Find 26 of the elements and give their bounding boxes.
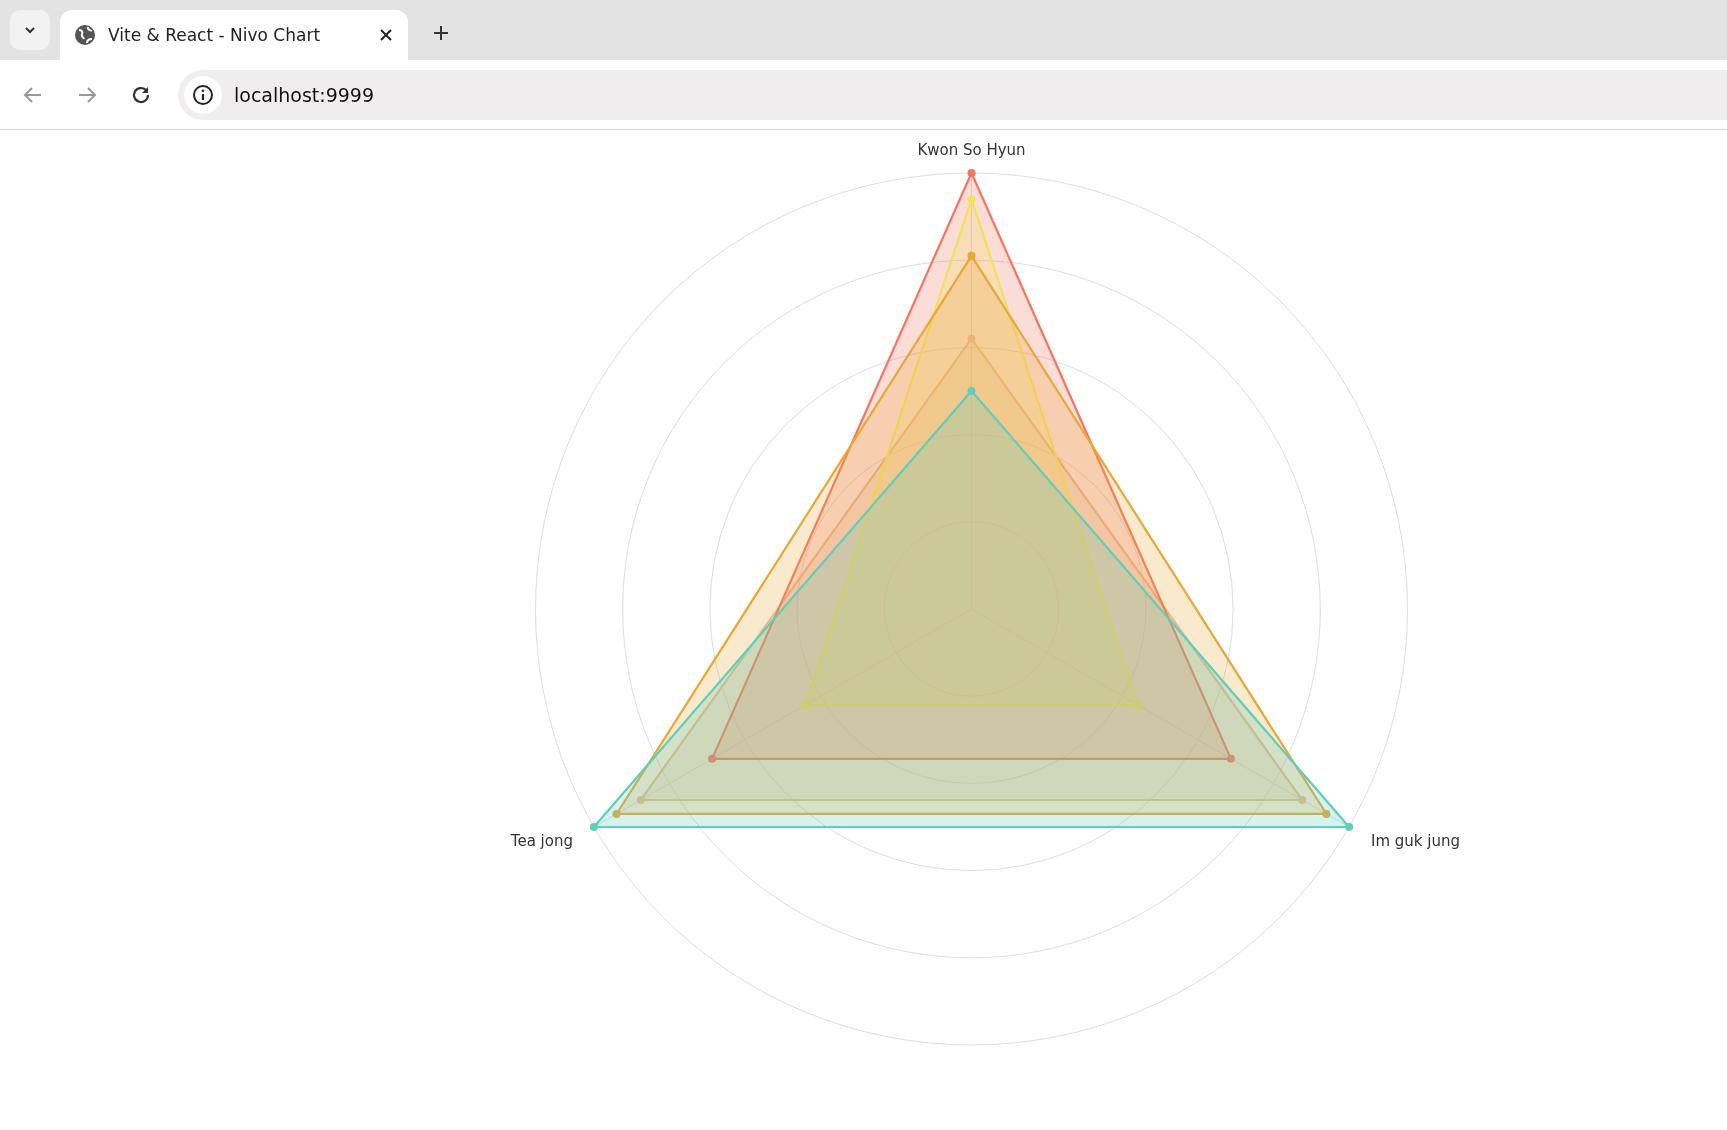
- axis-label: Tea jong: [510, 831, 573, 850]
- data-point: [1345, 823, 1354, 831]
- data-point: [1133, 700, 1142, 709]
- data-point: [967, 195, 976, 204]
- close-icon[interactable]: [378, 27, 394, 43]
- data-point: [1298, 795, 1307, 804]
- data-point: [1226, 754, 1235, 763]
- info-icon[interactable]: [192, 83, 214, 106]
- data-point: [967, 334, 976, 343]
- data-point: [612, 809, 621, 818]
- globe-icon: [74, 24, 96, 46]
- data-point: [589, 823, 598, 831]
- data-point: [967, 251, 976, 260]
- new-tab-icon[interactable]: [432, 24, 450, 42]
- data-point: [1322, 809, 1331, 818]
- data-point: [967, 169, 976, 177]
- data-point: [708, 754, 717, 763]
- address-bar[interactable]: localhost:9999: [178, 69, 1727, 120]
- url-text: localhost:9999: [234, 83, 375, 106]
- data-point: [636, 795, 645, 804]
- axis-label: Im guk jung: [1371, 831, 1460, 850]
- data-point: [967, 387, 976, 395]
- axis-label: Kwon So Hyun: [917, 140, 1026, 159]
- data-point: [801, 700, 810, 709]
- browser-tab[interactable]: Vite & React - Nivo Chart: [60, 10, 408, 60]
- tab-title: Vite & React - Nivo Chart: [108, 25, 322, 45]
